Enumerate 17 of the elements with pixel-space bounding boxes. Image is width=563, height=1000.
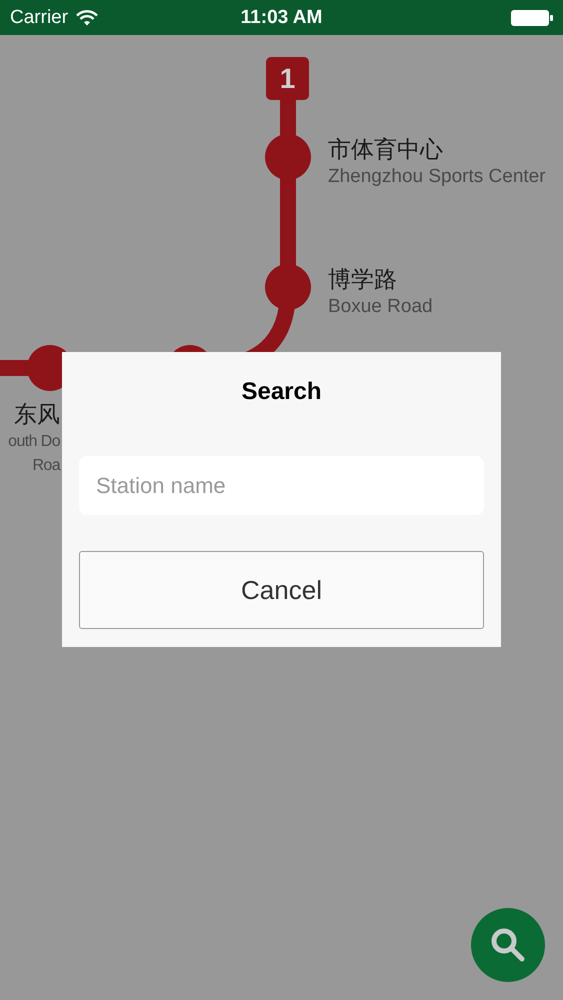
battery-icon: [511, 8, 553, 26]
clock: 11:03 AM: [240, 6, 322, 28]
station-name: 市体育中心: [328, 136, 444, 165]
station-name: 东风: [13, 401, 60, 430]
station-english-name: Roa: [31, 456, 60, 476]
station-dot[interactable]: [265, 264, 311, 310]
line-badge: 1: [266, 57, 309, 100]
cancel-button[interactable]: Cancel: [79, 551, 484, 629]
wifi-icon: [76, 10, 98, 26]
station-english-name: Boxue Road: [328, 295, 433, 319]
station-english-name: Zhengzhou Sports Center: [328, 165, 546, 189]
station-name: 博学路: [328, 266, 398, 295]
dialog-title: Search: [241, 378, 322, 407]
station-dot[interactable]: [265, 134, 311, 180]
station-english-name: outh Do: [7, 432, 60, 452]
search-field[interactable]: Station name: [79, 456, 484, 515]
carrier-label: Carrier: [10, 6, 68, 28]
